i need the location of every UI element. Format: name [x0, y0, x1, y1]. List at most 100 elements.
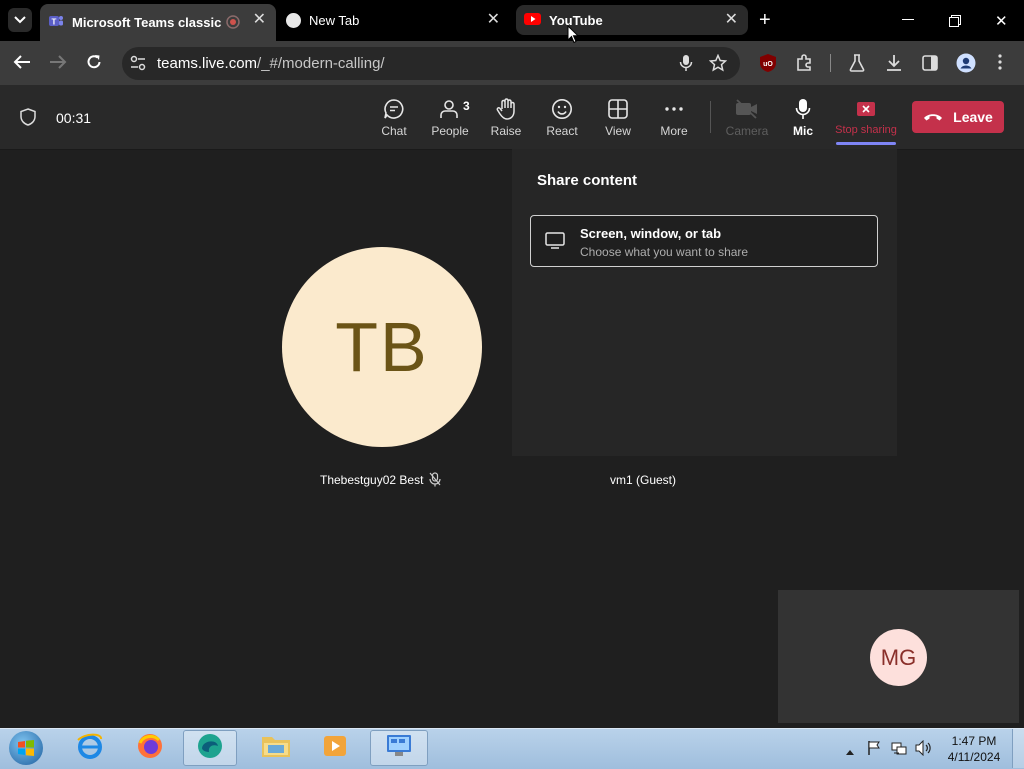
url-path: /_#/modern-calling/ [257, 55, 385, 72]
leave-button[interactable]: Leave [912, 101, 1004, 133]
volume-icon[interactable] [915, 739, 932, 761]
mouse-cursor [567, 24, 580, 49]
media-player-icon [321, 732, 349, 765]
teams-icon: T [48, 13, 64, 32]
share-panel-title: Share content [537, 172, 638, 189]
taskbar-remote-desktop[interactable] [370, 730, 428, 766]
youtube-icon [524, 12, 541, 28]
hang-up-icon [923, 112, 943, 122]
more-dots-icon [664, 98, 684, 120]
stop-share-icon [856, 98, 876, 120]
clock-time: 1:47 PM [951, 734, 997, 748]
folder-icon [260, 732, 292, 765]
taskbar-ie[interactable] [63, 730, 117, 766]
ublock-extension-icon[interactable]: uO [759, 53, 777, 78]
meeting-timer: 00:31 [56, 110, 92, 126]
react-button[interactable]: React [536, 85, 588, 149]
bookmark-star-icon[interactable] [708, 53, 728, 77]
forward-button[interactable] [49, 54, 67, 75]
mic-button[interactable]: Mic [777, 85, 829, 149]
react-label: React [546, 124, 578, 138]
close-icon[interactable]: ✕ [725, 12, 738, 28]
close-icon[interactable]: ✕ [253, 12, 266, 28]
new-tab-button[interactable]: + [759, 10, 771, 30]
url-text: teams.live.com/_#/modern-calling/ [157, 55, 385, 72]
chat-button[interactable]: Chat [368, 85, 420, 149]
edge-icon [195, 731, 225, 766]
windows-logo-icon [9, 731, 43, 765]
extensions-puzzle-icon[interactable] [795, 54, 813, 77]
show-hidden-icons[interactable] [845, 743, 855, 761]
tab-youtube[interactable]: YouTube ✕ [516, 5, 748, 35]
more-label: More [660, 124, 688, 138]
minimize-button[interactable] [902, 19, 914, 20]
shield-icon [20, 108, 36, 131]
people-count-badge: 3 [463, 99, 470, 113]
plus-icon: + [759, 9, 771, 31]
taskbar-firefox[interactable] [123, 730, 177, 766]
stop-sharing-label: Stop sharing [835, 124, 897, 136]
share-content-panel [512, 149, 897, 456]
recording-icon [226, 15, 240, 32]
mic-label: Mic [792, 124, 813, 138]
people-label: People [431, 124, 469, 138]
tab-title: New Tab [309, 12, 360, 28]
self-avatar: MG [870, 629, 927, 686]
download-icon[interactable] [886, 54, 902, 77]
close-icon[interactable]: ✕ [487, 12, 500, 28]
restore-button[interactable] [949, 14, 961, 32]
people-icon: 3 [439, 98, 470, 120]
action-center-flag-icon[interactable] [867, 740, 881, 761]
tab-search-button[interactable] [8, 8, 32, 32]
toolbar-divider [830, 54, 831, 72]
view-label: View [605, 124, 631, 138]
hand-icon [496, 98, 516, 120]
new-tab-favicon [286, 12, 301, 28]
side-panel-icon[interactable] [922, 55, 938, 76]
close-window-button[interactable]: ✕ [995, 12, 1008, 30]
mic-muted-icon [429, 472, 441, 492]
tab-title: Microsoft Teams classic [72, 15, 222, 30]
smiley-icon [551, 98, 573, 120]
reload-button[interactable] [86, 54, 102, 75]
tab-teams[interactable]: T Microsoft Teams classic ✕ [40, 4, 276, 41]
raise-hand-button[interactable]: Raise [480, 85, 532, 149]
microphone-icon[interactable] [679, 54, 693, 77]
taskbar-file-explorer[interactable] [249, 730, 303, 766]
taskbar-clock[interactable]: 1:47 PM 4/11/2024 [944, 733, 1004, 765]
participant-name: vm1 (Guest) [610, 473, 677, 487]
camera-off-icon [735, 98, 759, 120]
camera-label: Camera [725, 124, 769, 138]
leave-label: Leave [953, 109, 993, 125]
back-button[interactable] [13, 54, 31, 75]
raise-label: Raise [490, 124, 522, 138]
control-bar-divider [710, 101, 711, 133]
share-screen-option[interactable] [530, 215, 878, 267]
more-button[interactable]: More [648, 85, 700, 149]
clock-date: 4/11/2024 [947, 750, 1001, 764]
show-desktop-button[interactable] [1012, 729, 1024, 768]
start-button[interactable] [6, 729, 46, 767]
participant-name: Thebestguy02 Best [320, 473, 424, 487]
chat-label: Chat [381, 124, 407, 138]
chevron-down-icon [14, 11, 26, 29]
browser-menu-icon[interactable] [998, 54, 1002, 75]
microphone-icon [795, 98, 811, 120]
share-option-title: Screen, window, or tab [580, 226, 722, 241]
network-icon[interactable] [891, 740, 907, 761]
svg-text:uO: uO [763, 61, 773, 68]
labs-flask-icon[interactable] [849, 54, 865, 77]
firefox-icon [135, 731, 165, 766]
site-info-icon[interactable] [130, 55, 146, 76]
tab-new-tab[interactable]: New Tab ✕ [278, 4, 510, 36]
camera-button[interactable]: Camera [721, 85, 773, 149]
stop-sharing-button[interactable]: Stop sharing [833, 85, 899, 149]
view-button[interactable]: View [592, 85, 644, 149]
monitor-icon [545, 232, 565, 254]
taskbar-media-player[interactable] [308, 730, 362, 766]
people-button[interactable]: 3 People [424, 85, 476, 149]
active-indicator [836, 142, 896, 145]
profile-avatar-icon[interactable] [956, 53, 976, 78]
taskbar-edge[interactable] [183, 730, 237, 766]
url-host: teams.live.com [157, 55, 258, 72]
